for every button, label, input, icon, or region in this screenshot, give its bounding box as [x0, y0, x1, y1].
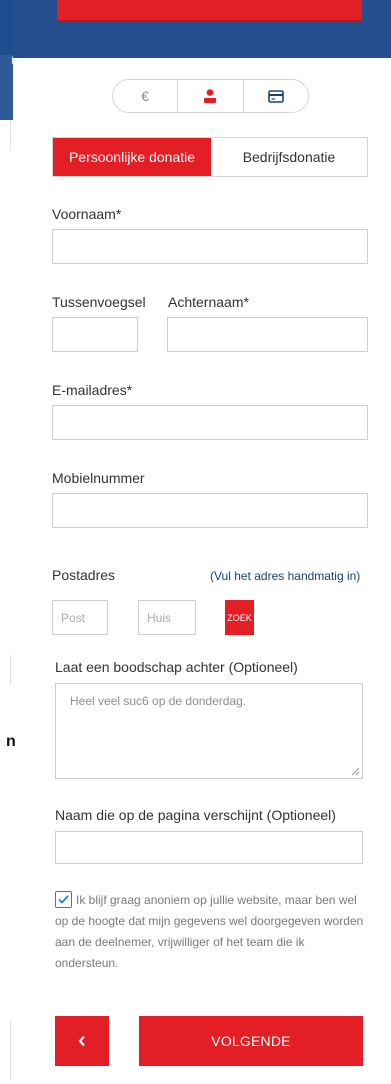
anonymous-checkbox[interactable]: [55, 891, 72, 908]
message-field[interactable]: Heel veel suc6 op de donderdag.: [55, 683, 363, 779]
back-button[interactable]: [55, 1016, 109, 1066]
search-address-button[interactable]: ZOEK: [225, 600, 254, 635]
resize-grip-icon[interactable]: [350, 766, 360, 776]
message-label: Laat een boodschap achter (Optioneel): [55, 659, 298, 675]
background-divider: [10, 1020, 11, 1080]
checkmark-icon: [58, 895, 69, 904]
postcode-field[interactable]: Post: [52, 600, 108, 635]
background-edge-text-2: n: [6, 733, 16, 750]
house-number-field[interactable]: Huis: [138, 600, 196, 635]
next-button[interactable]: VOLGENDE: [139, 1016, 363, 1066]
business-donation-tab[interactable]: Bedrijfsdonatie: [211, 138, 367, 176]
email-label: E-mailadres*: [52, 382, 133, 398]
header-donate-button[interactable]: [57, 0, 362, 22]
last-name-label: Achternaam*: [168, 294, 249, 310]
address-label: Postadres: [52, 567, 116, 583]
personal-donation-tab[interactable]: Persoonlijke donatie: [53, 138, 211, 176]
step-personal-details[interactable]: [177, 80, 242, 112]
chevron-left-icon: [78, 1035, 85, 1047]
mobile-field[interactable]: [52, 493, 368, 528]
last-name-field[interactable]: [167, 317, 368, 352]
infix-label: Tussenvoegsel: [52, 294, 146, 310]
display-name-label: Naam die op de pagina verschijnt (Option…: [55, 807, 336, 823]
credit-card-icon: [268, 89, 284, 103]
background-divider: [10, 120, 11, 150]
email-field[interactable]: [52, 405, 368, 440]
anonymous-consent: Ik blijf graag anoniem op jullie website…: [55, 890, 367, 974]
message-text: Heel veel suc6 op de donderdag.: [70, 694, 247, 708]
anonymous-text: Ik blijf graag anoniem op jullie website…: [55, 893, 364, 970]
first-name-label: Voornaam*: [52, 206, 122, 222]
person-icon: [204, 89, 217, 103]
manual-address-link[interactable]: (Vul het adres handmatig in): [210, 569, 360, 583]
step-amount[interactable]: €: [113, 80, 177, 112]
first-name-field[interactable]: [52, 229, 368, 264]
display-name-field[interactable]: [55, 831, 363, 864]
background-divider: [10, 655, 11, 685]
step-payment[interactable]: [242, 80, 308, 112]
euro-icon: €: [141, 88, 150, 104]
step-indicator: €: [112, 79, 309, 113]
donation-type-toggle: Persoonlijke donatie Bedrijfsdonatie: [52, 137, 368, 177]
infix-field[interactable]: [52, 317, 138, 352]
mobile-label: Mobielnummer: [52, 470, 145, 486]
